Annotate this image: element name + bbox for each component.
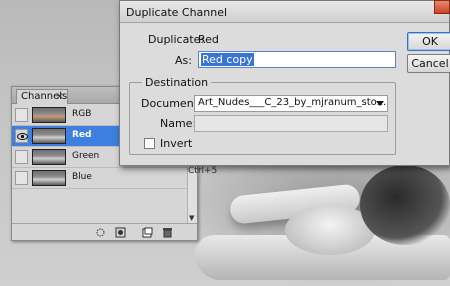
invert-label: Invert	[160, 137, 193, 150]
scroll-down-icon[interactable]: ▼	[189, 214, 194, 222]
destination-label: Destination	[142, 76, 212, 89]
close-button[interactable]	[434, 0, 450, 14]
channel-name: Green	[72, 151, 100, 161]
channel-row-blue[interactable]: Blue	[12, 168, 188, 189]
visibility-toggle[interactable]	[15, 108, 28, 122]
visibility-toggle[interactable]	[15, 150, 28, 164]
as-name-input[interactable]: Red copy	[198, 51, 396, 68]
channel-shortcut-label: Ctrl+5	[188, 166, 218, 176]
invert-checkbox[interactable]	[144, 138, 155, 149]
cancel-button[interactable]: Cancel	[407, 54, 450, 73]
duplicate-channel-dialog: Duplicate Channel Duplicate: Red As: Red…	[119, 0, 450, 166]
tab-channels[interactable]: Channels ×	[16, 89, 68, 104]
duplicate-label: Duplicate:	[148, 33, 205, 46]
channel-thumbnail	[32, 128, 66, 144]
channel-thumbnail	[32, 170, 66, 186]
delete-channel-icon[interactable]	[162, 227, 173, 238]
channel-thumbnail	[32, 107, 66, 123]
channel-name: Red	[72, 130, 92, 140]
channel-thumbnail	[32, 149, 66, 165]
ok-button[interactable]: OK	[407, 32, 450, 51]
channel-name: Blue	[72, 172, 92, 182]
save-selection-icon[interactable]	[115, 227, 126, 238]
new-channel-icon[interactable]	[142, 227, 153, 238]
as-label: As:	[175, 54, 192, 67]
panel-footer	[12, 223, 197, 240]
channel-name: RGB	[72, 109, 92, 119]
as-name-value: Red copy	[201, 53, 254, 66]
document-select-value: Art_Nudes___C_23_by_mjranum_sto...	[198, 97, 387, 108]
close-icon[interactable]: ×	[56, 90, 64, 103]
photo-figure-hair	[360, 165, 450, 245]
visibility-toggle[interactable]	[15, 171, 28, 185]
eye-icon	[17, 133, 28, 140]
dialog-title: Duplicate Channel	[126, 6, 228, 19]
dialog-titlebar[interactable]: Duplicate Channel	[120, 0, 450, 23]
chevron-down-icon	[376, 101, 384, 106]
document-select[interactable]: Art_Nudes___C_23_by_mjranum_sto...	[194, 95, 388, 112]
duplicate-value: Red	[198, 33, 219, 46]
name-label: Name:	[160, 117, 197, 130]
load-selection-icon[interactable]	[95, 227, 106, 238]
name-input[interactable]	[194, 115, 388, 132]
document-label: Document:	[141, 97, 202, 110]
visibility-toggle[interactable]	[15, 129, 28, 143]
